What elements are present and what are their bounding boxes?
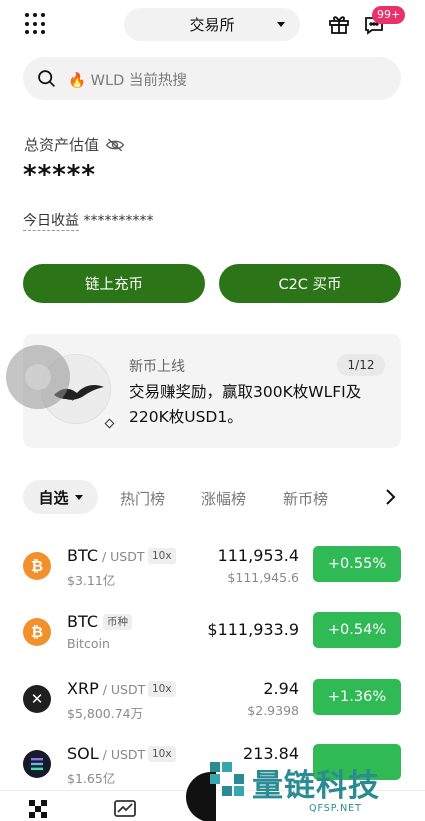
market-tabs: 自选 热门榜 涨幅榜 新币榜: [23, 480, 403, 514]
coin-tag: 币种: [103, 614, 132, 630]
home-logo-icon[interactable]: [29, 800, 47, 818]
caret-down-icon: [277, 22, 285, 27]
price-usd: $111,945.6: [227, 570, 299, 585]
top-bar: 交易所 99+: [0, 0, 425, 50]
symbol: SOL: [67, 744, 99, 763]
pair-symbol: BTC / USDT: [67, 546, 145, 565]
change-badge[interactable]: +0.54%: [313, 612, 401, 648]
notification-badge: 99+: [372, 6, 406, 24]
watermark-text: 量链科技: [252, 768, 380, 804]
banner-title: 新币上线: [129, 359, 185, 375]
market-row[interactable]: ₿ BTC 币种 Bitcoin $111,933.9 +0.54%: [0, 612, 425, 672]
solana-icon: [23, 750, 51, 778]
change-badge[interactable]: +1.36%: [313, 679, 401, 715]
market-row[interactable]: ₿ BTC / USDT 10x $3.11亿 111,953.4 $111,9…: [0, 546, 425, 606]
change-badge[interactable]: +0.55%: [313, 546, 401, 582]
exchange-label: 交易所: [189, 16, 235, 34]
volume: $1.65亿: [67, 771, 116, 786]
today-pnl-label: 今日收益: [23, 213, 79, 231]
volume: $5,800.74万: [67, 706, 144, 721]
quote-currency: / USDT: [98, 747, 146, 762]
gift-icon[interactable]: [327, 12, 351, 36]
pair-symbol: SOL / USDT: [67, 744, 145, 763]
bitcoin-icon: ₿: [23, 552, 51, 580]
menu-grid-icon[interactable]: [25, 13, 47, 35]
last-price: 2.94: [263, 679, 299, 698]
total-assets-label: 总资产估值: [24, 134, 125, 155]
xrp-icon: ✕: [23, 685, 51, 713]
price-usd: $2.9398: [247, 703, 299, 718]
market-row[interactable]: ✕ XRP / USDT 10x $5,800.74万 2.94 $2.9398…: [0, 679, 425, 739]
search-placeholder: 🔥 WLD 当前热搜: [68, 73, 187, 89]
last-price: 111,953.4: [217, 546, 299, 565]
chevron-right-icon[interactable]: [380, 487, 400, 507]
diamond-icon: [104, 418, 115, 429]
chart-icon[interactable]: [114, 799, 136, 819]
watermark-url: QFSP.NET: [309, 803, 362, 814]
volume: $3.11亿: [67, 573, 116, 588]
symbol: XRP: [67, 679, 99, 698]
tab-hot[interactable]: 热门榜: [120, 488, 165, 509]
quote-currency: / USDT: [98, 682, 146, 697]
pair-symbol: BTC: [67, 612, 98, 631]
onchain-deposit-button[interactable]: 链上充币: [23, 264, 205, 303]
watermark-logo-icon: [210, 762, 244, 796]
tab-favorites-label: 自选: [38, 488, 69, 507]
last-price: $111,933.9: [207, 620, 299, 639]
coin-name: Bitcoin: [67, 636, 110, 651]
leverage-tag: 10x: [148, 681, 176, 697]
watermark: 量链科技 QFSP.NET: [186, 756, 425, 821]
today-pnl-value: **********: [83, 213, 154, 229]
total-assets-text: 总资产估值: [24, 136, 100, 154]
exchange-switcher[interactable]: 交易所: [124, 8, 300, 41]
c2c-buy-button[interactable]: C2C 买币: [219, 264, 401, 303]
floating-assistive-button[interactable]: [6, 345, 70, 409]
pair-symbol: XRP / USDT: [67, 679, 145, 698]
today-pnl[interactable]: 今日收益 **********: [23, 210, 154, 231]
total-assets-value: *****: [23, 160, 96, 190]
eye-hidden-icon[interactable]: [105, 137, 125, 153]
announcement-banner[interactable]: 新币上线 1/12 交易赚奖励，赢取300K枚WLFI及220K枚USD1。: [23, 334, 401, 448]
caret-down-icon: [74, 494, 83, 500]
bitcoin-icon: ₿: [23, 618, 51, 646]
tab-new-listings[interactable]: 新币榜: [283, 488, 328, 509]
banner-text: 交易赚奖励，赢取300K枚WLFI及220K枚USD1。: [129, 383, 362, 426]
symbol: BTC: [67, 612, 98, 631]
search-bar[interactable]: 🔥 WLD 当前热搜: [23, 57, 401, 100]
tab-gainers[interactable]: 涨幅榜: [201, 488, 246, 509]
symbol: BTC: [67, 546, 98, 565]
search-icon: [38, 70, 55, 87]
leverage-tag: 10x: [148, 548, 176, 564]
quote-currency: / USDT: [97, 549, 145, 564]
banner-page-counter: 1/12: [337, 354, 385, 376]
leverage-tag: 10x: [148, 746, 176, 762]
tab-favorites[interactable]: 自选: [23, 480, 98, 514]
